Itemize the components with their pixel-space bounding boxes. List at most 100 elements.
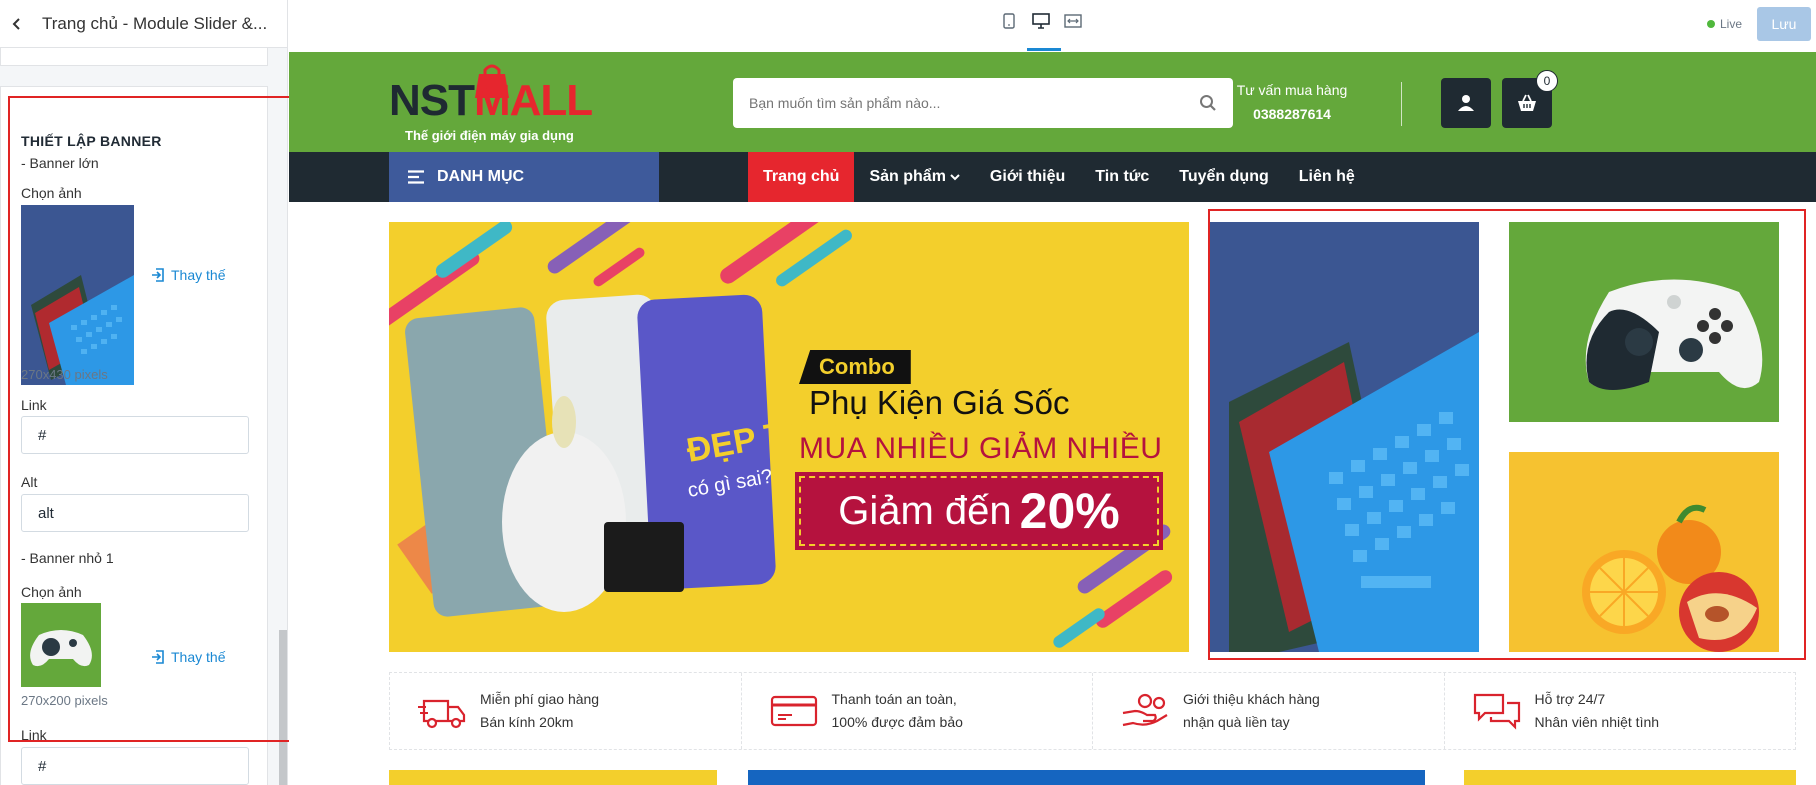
big-banner-choose-image-label: Chọn ảnh [21,185,82,201]
gamepad-banner[interactable] [1509,222,1779,422]
small-banner-1-link-input[interactable] [21,747,249,785]
user-icon [1458,95,1474,111]
big-banner-link-label: Link [21,397,47,413]
gamepad-image [1509,222,1779,422]
nav-item-about[interactable]: Giới thiệu [975,152,1080,202]
expand-horizontal-icon [1064,14,1082,28]
feature-subtitle: Nhân viên nhiệt tình [1534,714,1660,730]
replace-label: Thay thế [171,267,226,283]
sales-contact[interactable]: Tư vấn mua hàng 0388287614 [1227,82,1357,122]
fruit-image [1509,452,1779,652]
feature-subtitle: nhận quà liền tay [1183,714,1290,730]
replace-icon [152,650,164,664]
promo-text: Combo Phụ Kiện Giá Sốc MUA NHIỀU GIẢM NH… [795,350,1169,550]
replace-icon [152,268,164,282]
site-logo[interactable]: NSTMALL Thế giới điện máy gia dụng [389,62,599,143]
tablet-image [21,205,134,385]
nav-item-home[interactable]: Trang chủ [748,152,855,202]
discount-text: Giảm đến [838,488,1012,533]
nav-item-news[interactable]: Tin tức [1080,152,1164,202]
combo-tag: Combo [799,350,911,384]
tablet-banner[interactable] [1209,222,1479,652]
small-banner-1-replace-button[interactable]: Thay thế [151,649,225,665]
hand-coins-icon [1122,693,1168,727]
sidebar-header: Trang chủ - Module Slider &... [0,0,287,48]
site-header: NSTMALL Thế giới điện máy gia dụng Tư vấ… [289,52,1816,152]
feature-secure-payment: Thanh toán an toàn, 100% được đảm bảo [742,673,1093,749]
feature-title: Hỗ trợ 24/7 [1534,691,1606,707]
feature-free-shipping: Miễn phí giao hàng Bán kính 20km [390,673,742,749]
big-banner-link-input[interactable] [21,416,249,454]
live-status-dot [1707,20,1715,28]
feature-subtitle: 100% được đảm bảo [831,714,963,730]
feature-text: Miễn phí giao hàng Bán kính 20km [480,688,599,734]
fullwidth-view-button[interactable] [1064,12,1082,30]
sidebar-scrollbar-thumb[interactable] [279,630,287,785]
menu-icon [408,170,424,184]
save-button[interactable]: Lưu [1757,7,1811,41]
feature-text: Thanh toán an toàn, 100% được đảm bảo [832,688,963,734]
fruit-banner[interactable] [1509,452,1779,652]
discount-badge: Giảm đến 20% [795,472,1163,550]
site-preview: NSTMALL Thế giới điện máy gia dụng Tư vấ… [289,52,1816,785]
promo-banner-3[interactable] [1464,770,1796,785]
feature-text: Giới thiệu khách hàng nhận quà liền tay [1183,688,1320,734]
header-divider [1401,82,1402,126]
big-banner-thumbnail[interactable] [21,205,134,385]
promo-banner-2[interactable] [748,770,1425,785]
combo-title: Phụ Kiện Giá Sốc [809,384,1070,421]
gamepad-image [21,603,101,687]
mobile-icon [1003,13,1015,29]
sidebar-title: Trang chủ - Module Slider &... [42,13,268,33]
big-banner-heading: - Banner lớn [21,155,99,171]
mobile-view-button[interactable] [1000,12,1018,30]
nav-items: Trang chủ Sản phẩm Giới thiệu Tin tức Tu… [748,152,1370,202]
main-banner[interactable]: ĐẸP TRAI có gì sai? Combo Phụ Kiện Giá S… [389,222,1189,652]
chevron-left-icon[interactable] [10,17,24,31]
big-banner-replace-button[interactable]: Thay thế [151,267,225,283]
account-button[interactable] [1441,78,1491,128]
desktop-view-button[interactable] [1032,12,1050,30]
live-label: Live [1720,17,1743,31]
combo-subtitle: MUA NHIỀU GIẢM NHIỀU [799,432,1163,465]
tablet-keyboard-image [1209,222,1479,652]
sales-contact-label: Tư vấn mua hàng [1236,82,1348,98]
small-banner-1-link-label: Link [21,727,47,743]
nav-item-products[interactable]: Sản phẩm [854,152,974,202]
cart-count-badge: 0 [1536,70,1558,92]
feature-strip: Miễn phí giao hàng Bán kính 20km Thanh t… [389,672,1796,750]
promo-banner-1[interactable] [389,770,717,785]
warranty-contact-phone: 0388287614 [1121,106,1199,122]
feature-title: Thanh toán an toàn, [831,691,957,707]
big-banner-alt-input[interactable] [21,494,249,532]
category-label: DANH MỤC [437,168,525,185]
sales-contact-phone: 0388287614 [1253,106,1331,122]
big-banner-alt-label: Alt [21,474,38,490]
logo-wordmark: NSTMALL [389,76,593,125]
device-active-indicator [1027,48,1061,51]
main-navigation: DANH MỤC Trang chủ Sản phẩm Giới thiệu T… [289,152,1816,202]
live-indicator: Live [1707,17,1742,31]
small-banner-1-thumbnail[interactable] [21,603,101,687]
feature-title: Miễn phí giao hàng [480,691,600,707]
feature-support: Hỗ trợ 24/7 Nhân viên nhiệt tình [1445,673,1796,749]
feature-referral: Giới thiệu khách hàng nhận quà liền tay [1093,673,1445,749]
device-switch [1000,12,1082,30]
small-banner-1-choose-image-label: Chọn ảnh [21,584,82,600]
shopping-basket-icon [1518,94,1536,111]
nav-item-products-label: Sản phẩm [869,168,946,185]
sidebar-scroll-area: THIẾT LẬP BANNER - Banner lớn Chọn ảnh T… [0,48,287,785]
credit-card-icon [770,695,817,727]
feature-subtitle: Bán kính 20km [480,714,574,730]
warranty-contact[interactable]: Tư vấn bảo hành 0388287614 [1095,82,1225,122]
nav-item-contact[interactable]: Liên hệ [1284,152,1370,202]
chat-bubbles-icon [1473,693,1520,730]
desktop-icon [1032,13,1050,29]
small-banner-1-size: 270x200 pixels [21,693,108,708]
delivery-truck-icon [418,699,466,729]
nav-item-careers[interactable]: Tuyển dụng [1164,152,1283,202]
category-menu-button[interactable]: DANH MỤC [389,152,659,202]
chevron-down-icon [950,174,960,181]
feature-text: Hỗ trợ 24/7 Nhân viên nhiệt tình [1535,688,1660,734]
editor-sidebar: Trang chủ - Module Slider &... THIẾT LẬP… [0,0,288,785]
